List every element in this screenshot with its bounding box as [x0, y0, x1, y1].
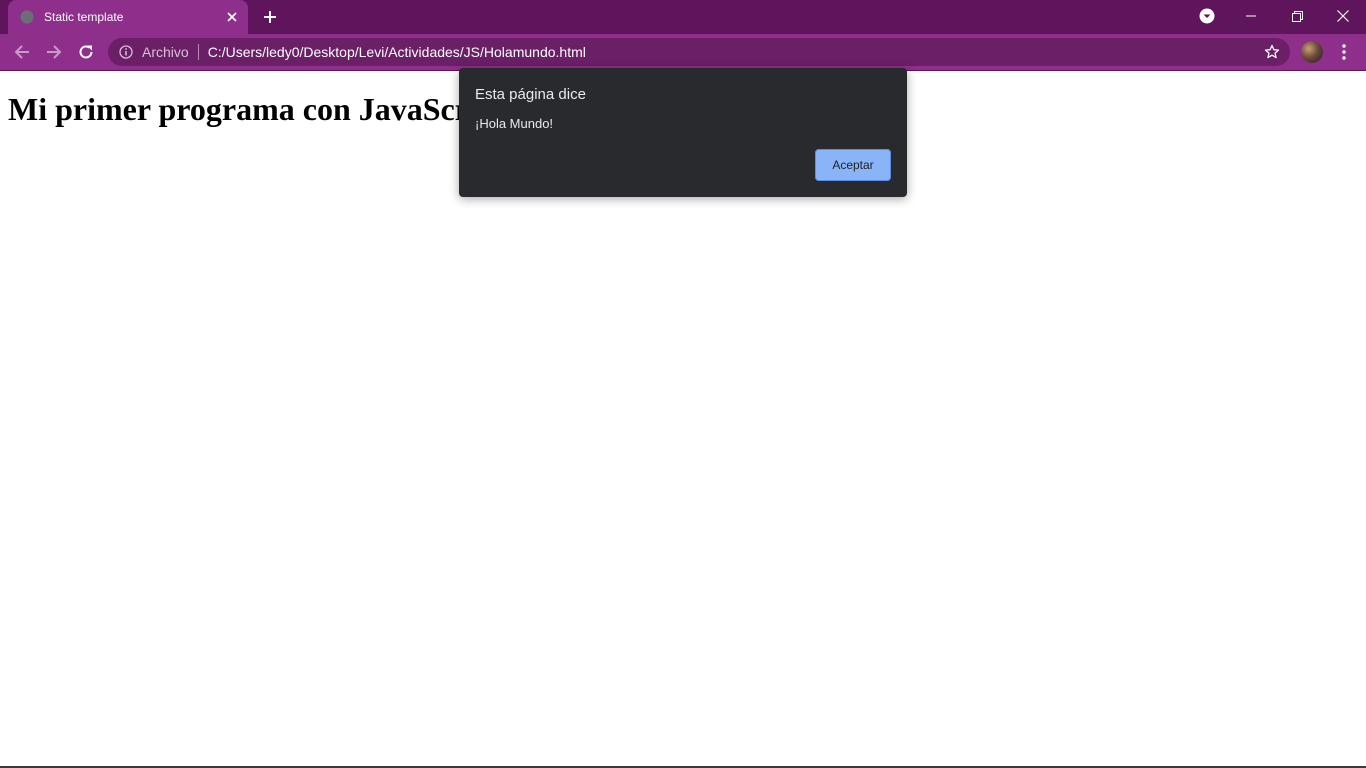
back-button[interactable]: [7, 37, 37, 67]
restore-button[interactable]: [1274, 0, 1320, 32]
new-tab-button[interactable]: [258, 6, 282, 28]
globe-icon: [20, 10, 34, 24]
info-icon[interactable]: [118, 44, 134, 60]
alert-dialog: Esta página dice ¡Hola Mundo! Aceptar: [459, 68, 907, 197]
tab-title: Static template: [44, 10, 124, 24]
browser-menu-button[interactable]: [1334, 40, 1354, 64]
restore-icon: [1291, 10, 1303, 22]
chevron-down-circle-icon: [1199, 8, 1215, 24]
browser-title-bar: Static template: [0, 0, 1366, 34]
reload-icon: [79, 45, 93, 59]
kebab-menu-icon: [1342, 44, 1346, 60]
minimize-icon: [1246, 15, 1256, 17]
forward-button[interactable]: [39, 37, 69, 67]
tab-close-icon[interactable]: [222, 7, 242, 27]
url-text[interactable]: C:/Users/ledy0/Desktop/Levi/Actividades/…: [208, 44, 1262, 60]
tab-search-button[interactable]: [1184, 0, 1230, 32]
page-scheme-label[interactable]: Archivo: [142, 44, 189, 60]
browser-tab[interactable]: Static template: [8, 0, 248, 34]
browser-toolbar: Archivo C:/Users/ledy0/Desktop/Levi/Acti…: [0, 34, 1366, 70]
address-divider: [197, 44, 199, 60]
close-icon: [1337, 10, 1349, 22]
arrow-left-icon: [14, 45, 29, 59]
arrow-right-icon: [47, 45, 62, 59]
bookmark-star-icon[interactable]: [1262, 42, 1282, 62]
dialog-title: Esta página dice: [475, 86, 586, 103]
close-window-button[interactable]: [1320, 0, 1366, 32]
page-heading: Mi primer programa con JavaScript: [8, 91, 507, 127]
address-bar[interactable]: Archivo C:/Users/ledy0/Desktop/Levi/Acti…: [108, 38, 1290, 66]
accept-button[interactable]: Aceptar: [815, 149, 891, 181]
minimize-button[interactable]: [1228, 0, 1274, 32]
dialog-message: ¡Hola Mundo!: [475, 116, 554, 131]
profile-avatar[interactable]: [1301, 41, 1323, 63]
reload-button[interactable]: [71, 37, 101, 67]
